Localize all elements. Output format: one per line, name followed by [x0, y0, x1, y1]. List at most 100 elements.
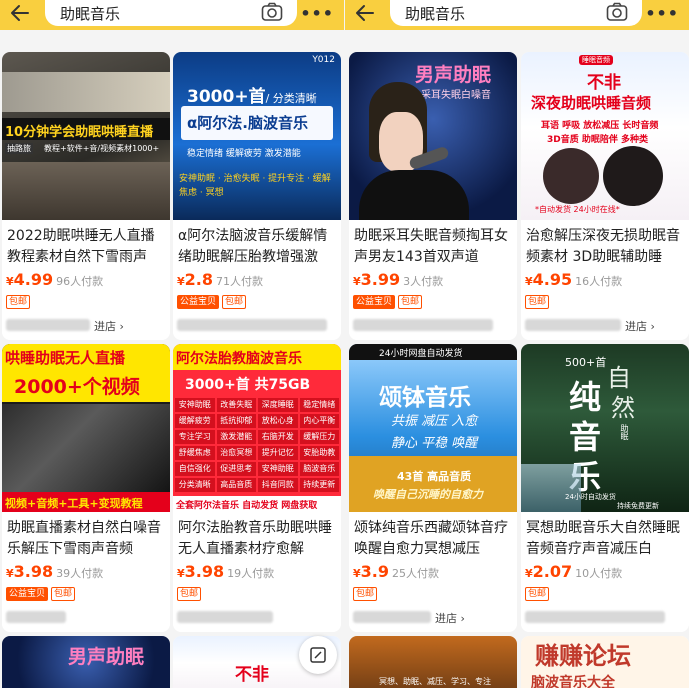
shop-row[interactable]	[353, 315, 513, 335]
shop-name-blurred	[353, 319, 493, 331]
back-arrow-icon[interactable]	[353, 2, 377, 24]
benefit-cell: 缓解疲劳	[175, 414, 215, 428]
benefit-cell: 安胎助教	[299, 446, 339, 460]
product-card[interactable]: 男声助眠 采耳失眠白噪音 助眠采耳失眠音频掏耳女声男友143首双声道 ¥ 3.9…	[349, 52, 517, 340]
thumb-banner: 24小时网盘自动发货	[379, 349, 463, 359]
product-card[interactable]: 冥想、助眠、减压、学习、专注	[349, 636, 517, 688]
thumb-headline: 深夜助眠哄睡音频	[531, 94, 652, 112]
camera-icon[interactable]	[606, 2, 628, 22]
bowl-shape	[349, 456, 517, 512]
product-card[interactable]: 10分钟学会助眠哄睡直播 抽路旅 教程+软件+音/视频素材1000+ 2022助…	[2, 52, 170, 340]
product-price: 2.07	[532, 562, 573, 581]
product-title[interactable]: 助眠直播素材自然白噪音乐解压下雪雨声音频	[7, 518, 167, 560]
left-pane: 助眠音乐 ••• 10分钟学会助眠哄睡直播 抽路旅 教程+软件+音/视频素材10…	[0, 0, 344, 688]
shop-row[interactable]: 进店 ›	[6, 315, 166, 335]
product-thumbnail[interactable]: 男声助眠	[2, 636, 170, 688]
edit-button[interactable]	[299, 636, 337, 674]
search-input[interactable]: 助眠音乐	[45, 0, 297, 26]
benefit-cell: 改善失眠	[216, 398, 256, 412]
thumb-footer: *自动发货 24小时在线*	[535, 205, 620, 214]
product-card[interactable]: 赚赚论坛 脑波音乐大全	[521, 636, 689, 688]
product-card[interactable]: 24小时网盘自动发货 颂钵音乐 共振 减压 入愈 静心 平稳 唤醒 43首 高品…	[349, 344, 517, 632]
currency-symbol: ¥	[525, 275, 533, 288]
top-bar: 助眠音乐 •••	[0, 0, 344, 30]
sold-count: 39人付款	[56, 567, 104, 580]
tag-row: 公益宝贝 包邮	[177, 295, 247, 309]
thumb-caption: 教程+软件+音/视频素材1000+	[44, 144, 160, 153]
product-thumbnail[interactable]: Y012 3000+首/ 分类清晰 α阿尔法.脑波音乐 稳定情绪 缓解疲劳 激发…	[173, 52, 341, 220]
thumb-footer-1: 24小时自动发货	[565, 493, 616, 501]
product-card[interactable]: 哄睡助眠无人直播 2000+个视频 视频+音频+工具+变现教程 助眠直播素材自然…	[2, 344, 170, 632]
product-thumbnail[interactable]: 睡眠音频 不非 深夜助眠哄睡音频 耳语 呼吸 放松减压 长时音频 3D音质 助眠…	[521, 52, 689, 220]
thumb-caption-4: 唤醒自己沉睡的自愈力	[373, 488, 483, 501]
product-price: 3.9	[360, 562, 389, 581]
product-title[interactable]: 阿尔法胎教音乐助眠哄睡无人直播素材疗愈解	[178, 518, 338, 560]
thumb-headline: 颂钵音乐	[379, 385, 471, 411]
currency-symbol: ¥	[525, 567, 533, 580]
shop-row[interactable]	[6, 607, 166, 627]
more-icon[interactable]: •••	[645, 4, 679, 23]
benefit-grid: 安神助眠 改善失眠 深度睡眠 稳定情绪 缓解疲劳 抵抗抑郁 放松心身 内心平衡 专注学习 激发潜能…	[175, 398, 339, 492]
product-thumbnail[interactable]: 哄睡助眠无人直播 2000+个视频 视频+音频+工具+变现教程	[2, 344, 170, 512]
tag-row: 公益宝贝 包邮	[353, 295, 423, 309]
shop-row[interactable]	[177, 607, 337, 627]
product-title[interactable]: 治愈解压深夜无损助眠音频素材 3D助眠辅助睡	[526, 226, 686, 268]
thumb-subheadline: 脑波音乐大全	[531, 675, 615, 688]
product-title[interactable]: 助眠采耳失眠音频掏耳女声男友143首双声道	[354, 226, 514, 268]
back-arrow-icon[interactable]	[8, 2, 32, 24]
benefit-cell: 高品音质	[216, 478, 256, 492]
price-row: ¥ 2.8 71人付款	[177, 270, 263, 292]
product-card[interactable]: 500+首 自 然 纯 音 乐 助眠 24小时自动发货 持续免费更新 冥想助眠音…	[521, 344, 689, 632]
enter-store-link[interactable]: 进店 ›	[435, 610, 465, 626]
shop-name-blurred	[353, 611, 431, 623]
product-title[interactable]: 2022助眠哄睡无人直播教程素材自然下雪雨声	[7, 226, 167, 268]
tag-row: 包邮	[6, 295, 31, 309]
benefit-cell: 放松心身	[258, 414, 298, 428]
product-card[interactable]: 阿尔法胎教脑波音乐 3000+首 共75GB 安神助眠 改善失眠 深度睡眠 稳定情绪缓…	[173, 344, 341, 632]
thumb-caption-1: 耳语 呼吸 放松减压 长时音频	[541, 121, 659, 131]
enter-store-link[interactable]: 进店 ›	[625, 318, 655, 334]
shop-row[interactable]	[177, 315, 337, 335]
product-price: 3.98	[13, 562, 54, 581]
product-thumbnail[interactable]: 阿尔法胎教脑波音乐 3000+首 共75GB 安神助眠 改善失眠 深度睡眠 稳定情绪缓…	[173, 344, 341, 512]
thumb-caption-2: 3D音质 助眠陪伴 多种类	[547, 135, 649, 145]
benefit-cell: 内心平衡	[299, 414, 339, 428]
shop-name-blurred	[6, 611, 66, 623]
price-row: ¥ 2.07 10人付款	[525, 562, 622, 584]
price-row: ¥ 3.99 3人付款	[353, 270, 443, 292]
benefit-cell: 自信强化	[175, 462, 215, 476]
price-row: ¥ 4.95 16人付款	[525, 270, 622, 292]
product-thumbnail[interactable]: 男声助眠 采耳失眠白噪音	[349, 52, 517, 220]
shop-row[interactable]	[525, 607, 685, 627]
product-thumbnail[interactable]: 10分钟学会助眠哄睡直播 抽路旅 教程+软件+音/视频素材1000+	[2, 52, 170, 220]
product-title[interactable]: 颂钵纯音乐西藏颂钵音疗唤醒自愈力冥想减压	[354, 518, 514, 560]
benefit-cell: 激发潜能	[216, 430, 256, 444]
benefit-cell: 持续更新	[299, 478, 339, 492]
product-thumbnail[interactable]: 500+首 自 然 纯 音 乐 助眠 24小时自动发货 持续免费更新	[521, 344, 689, 512]
product-card[interactable]: Y012 3000+首/ 分类清晰 α阿尔法.脑波音乐 稳定情绪 缓解疲劳 激发…	[173, 52, 341, 340]
shop-row[interactable]: 进店 ›	[525, 315, 685, 335]
camera-icon[interactable]	[261, 2, 283, 22]
thumb-caption: 视频+音频+工具+变现教程	[5, 497, 143, 510]
search-input[interactable]: 助眠音乐	[390, 0, 642, 26]
shop-row[interactable]: 进店 ›	[353, 607, 513, 627]
product-thumbnail[interactable]: 冥想、助眠、减压、学习、专注	[349, 636, 517, 688]
waterfall-shape	[521, 464, 581, 512]
product-title[interactable]: 冥想助眠音乐大自然睡眠音频音疗声音减压白	[526, 518, 686, 560]
product-thumbnail[interactable]: 24小时网盘自动发货 颂钵音乐 共振 减压 入愈 静心 平稳 唤醒 43首 高品…	[349, 344, 517, 512]
enter-store-link[interactable]: 进店 ›	[94, 318, 124, 334]
benefit-cell: 提升记忆	[258, 446, 298, 460]
more-icon[interactable]: •••	[300, 4, 334, 23]
product-price: 2.8	[184, 270, 213, 289]
shop-name-blurred	[525, 319, 621, 331]
thumb-headline: 男声助眠	[415, 64, 492, 86]
benefit-cell: 分类清晰	[175, 478, 215, 492]
product-thumbnail[interactable]: 赚赚论坛 脑波音乐大全	[521, 636, 689, 688]
product-price: 4.99	[13, 270, 54, 289]
charity-tag: 公益宝贝	[177, 295, 220, 309]
product-card[interactable]: 睡眠音频 不非 深夜助眠哄睡音频 耳语 呼吸 放松减压 长时音频 3D音质 助眠…	[521, 52, 689, 340]
product-card[interactable]: 男声助眠	[2, 636, 170, 688]
product-title[interactable]: α阿尔法脑波音乐缓解情绪助眠解压胎教增强激	[178, 226, 338, 268]
free-shipping-tag: 包邮	[222, 295, 247, 309]
free-shipping-tag: 包邮	[525, 295, 550, 309]
